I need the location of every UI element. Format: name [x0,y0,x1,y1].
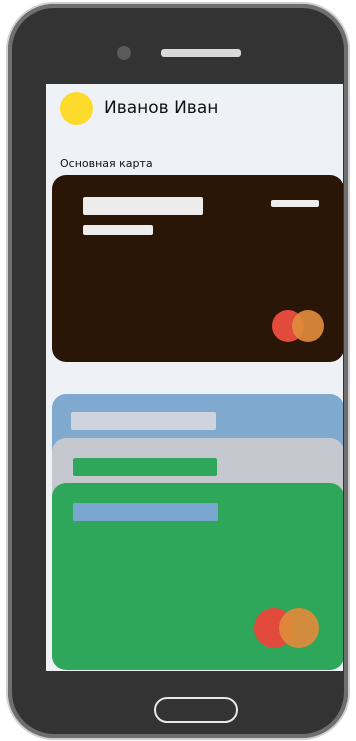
section-label-main-card: Основная карта [60,157,153,170]
card-green[interactable] [52,483,343,670]
user-name: Иванов Иван [104,98,219,118]
card-title-placeholder [73,458,217,476]
home-button-icon[interactable] [154,697,238,723]
card-title-placeholder [73,503,218,521]
camera-icon [117,46,131,60]
card-title-placeholder [71,412,216,430]
mastercard-logo [292,310,324,342]
speaker-icon [161,49,241,57]
card-balance-placeholder [271,200,319,207]
avatar[interactable] [60,92,93,125]
mastercard-logo [279,608,319,648]
card-subtitle-placeholder [83,225,153,235]
card-title-placeholder [83,197,203,215]
primary-card[interactable] [52,175,343,362]
app-screen: Иванов Иван Основная карта [46,84,343,671]
phone-frame: Иванов Иван Основная карта [8,4,348,738]
